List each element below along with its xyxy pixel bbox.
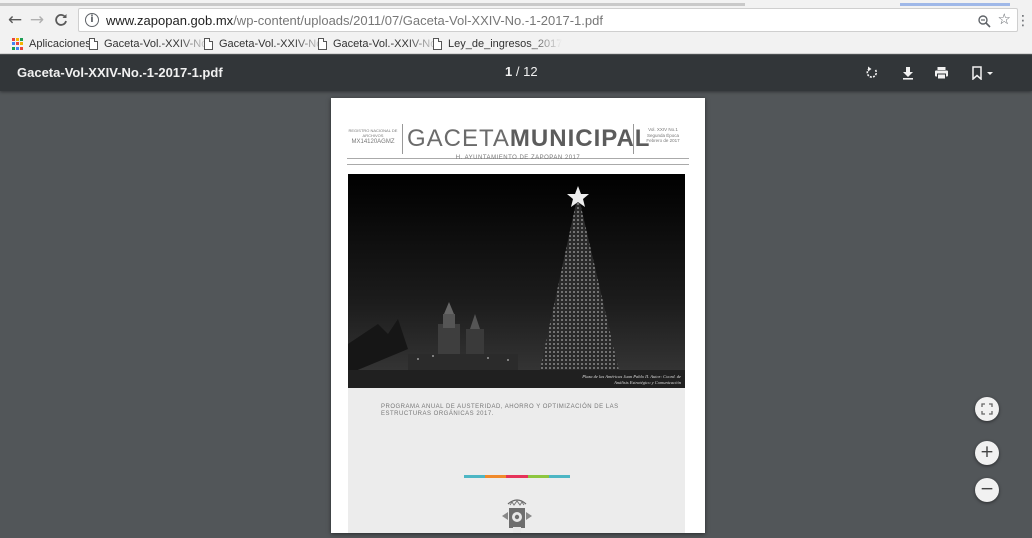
url-text[interactable]: www.zapopan.gob.mx/wp-content/uploads/20… [106,13,603,28]
reload-icon[interactable] [50,9,72,31]
bookmark-label: Aplicaciones [29,38,91,50]
total-pages: 12 [523,64,538,79]
ayuntamiento-label: H. AYUNTAMIENTO DE ZAPOPAN 2017 [455,155,581,161]
address-bar[interactable]: i www.zapopan.gob.mx/wp-content/uploads/… [78,8,1018,32]
rule [347,164,689,165]
forward-icon[interactable]: → [26,9,48,31]
christmas-tree-photo [348,174,685,388]
zapopan-coat-of-arms-icon [498,498,536,533]
fit-to-page-icon [981,403,993,415]
gaceta-header: REGISTRO NACIONAL DE ARCHIVOS MX14120AGM… [347,124,689,154]
title-bold: MUNICIPAL [509,125,651,152]
bookmark-apps[interactable]: Aplicaciones [12,36,91,52]
zoom-icon[interactable] [977,11,991,32]
menu-icon[interactable]: ⋮ [1016,13,1030,29]
bookmark-item[interactable]: Gaceta-Vol.-XXIV-No. [204,36,325,52]
stripe-segment [464,475,486,478]
bookmark-item[interactable]: Gaceta-Vol.-XXIV-No. [318,36,439,52]
pdf-page[interactable]: REGISTRO NACIONAL DE ARCHIVOS MX14120AGM… [331,98,705,533]
bookmarks-bar: Aplicaciones Gaceta-Vol.-XXIV-No. Gaceta… [0,34,1032,54]
registro-code: MX14120AGMZ [351,139,395,145]
pdf-filename: Gaceta-Vol-XXIV-No.-1-2017-1.pdf [17,65,223,80]
page-icon [204,38,213,50]
page-indicator: 1 / 12 [505,64,538,79]
title-light: GACETA [407,125,510,152]
page-separator: / [515,64,520,79]
bookmark-star-icon[interactable]: ☆ [998,10,1011,28]
fit-to-page-button[interactable] [975,397,999,421]
page-icon [89,38,98,50]
bookmark-icon[interactable] [968,63,1000,83]
registro-text: REGISTRO NACIONAL DE ARCHIVOS [348,128,398,138]
registro-nacional: REGISTRO NACIONAL DE ARCHIVOS MX14120AGM… [347,128,399,146]
info-icon[interactable]: i [85,13,99,27]
cover-photo: Plaza de las Américas Juan Pablo II. Aut… [348,174,685,388]
color-stripe [464,475,571,478]
download-icon[interactable] [898,63,918,83]
date-line: Febrero de 2017 [646,138,680,143]
browser-toolbar: ← → i www.zapopan.gob.mx/wp-content/uplo… [0,6,1032,34]
zoom-out-button[interactable]: − [975,478,999,502]
rotate-icon[interactable] [862,63,882,83]
volume-info: Vol. XXIV No.1 Segunda Época Febrero de … [637,127,689,144]
print-icon[interactable] [931,63,951,83]
stripe-segment [485,475,507,478]
back-icon[interactable]: ← [4,9,26,31]
zoom-in-button[interactable]: + [975,441,999,465]
divider [633,124,634,154]
stripe-segment [548,475,571,478]
pdf-toolbar: Gaceta-Vol-XXIV-No.-1-2017-1.pdf 1 / 12 [0,55,1032,91]
bookmark-item[interactable]: Gaceta-Vol.-XXIV-No. [89,36,210,52]
bookmark-item[interactable]: Ley_de_ingresos_2017 [433,36,562,52]
page-icon [318,38,327,50]
apps-icon [12,38,24,50]
programa-title: PROGRAMA ANUAL DE AUSTERIDAD, AHORRO Y O… [381,404,619,417]
bookmark-label: Gaceta-Vol.-XXIV-No. [219,38,326,50]
bookmark-label: Gaceta-Vol.-XXIV-No. [333,38,440,50]
photo-caption: Plaza de las Américas Juan Pablo II. Aut… [582,374,681,385]
bookmark-label: Gaceta-Vol.-XXIV-No. [104,38,211,50]
divider [402,124,403,154]
page-icon [433,38,442,50]
bookmark-label: Ley_de_ingresos_2017 [448,38,563,50]
gaceta-title: GACETAMUNICIPAL [407,127,650,151]
current-page[interactable]: 1 [505,64,512,79]
stripe-segment [506,475,528,478]
stripe-segment [527,475,549,478]
